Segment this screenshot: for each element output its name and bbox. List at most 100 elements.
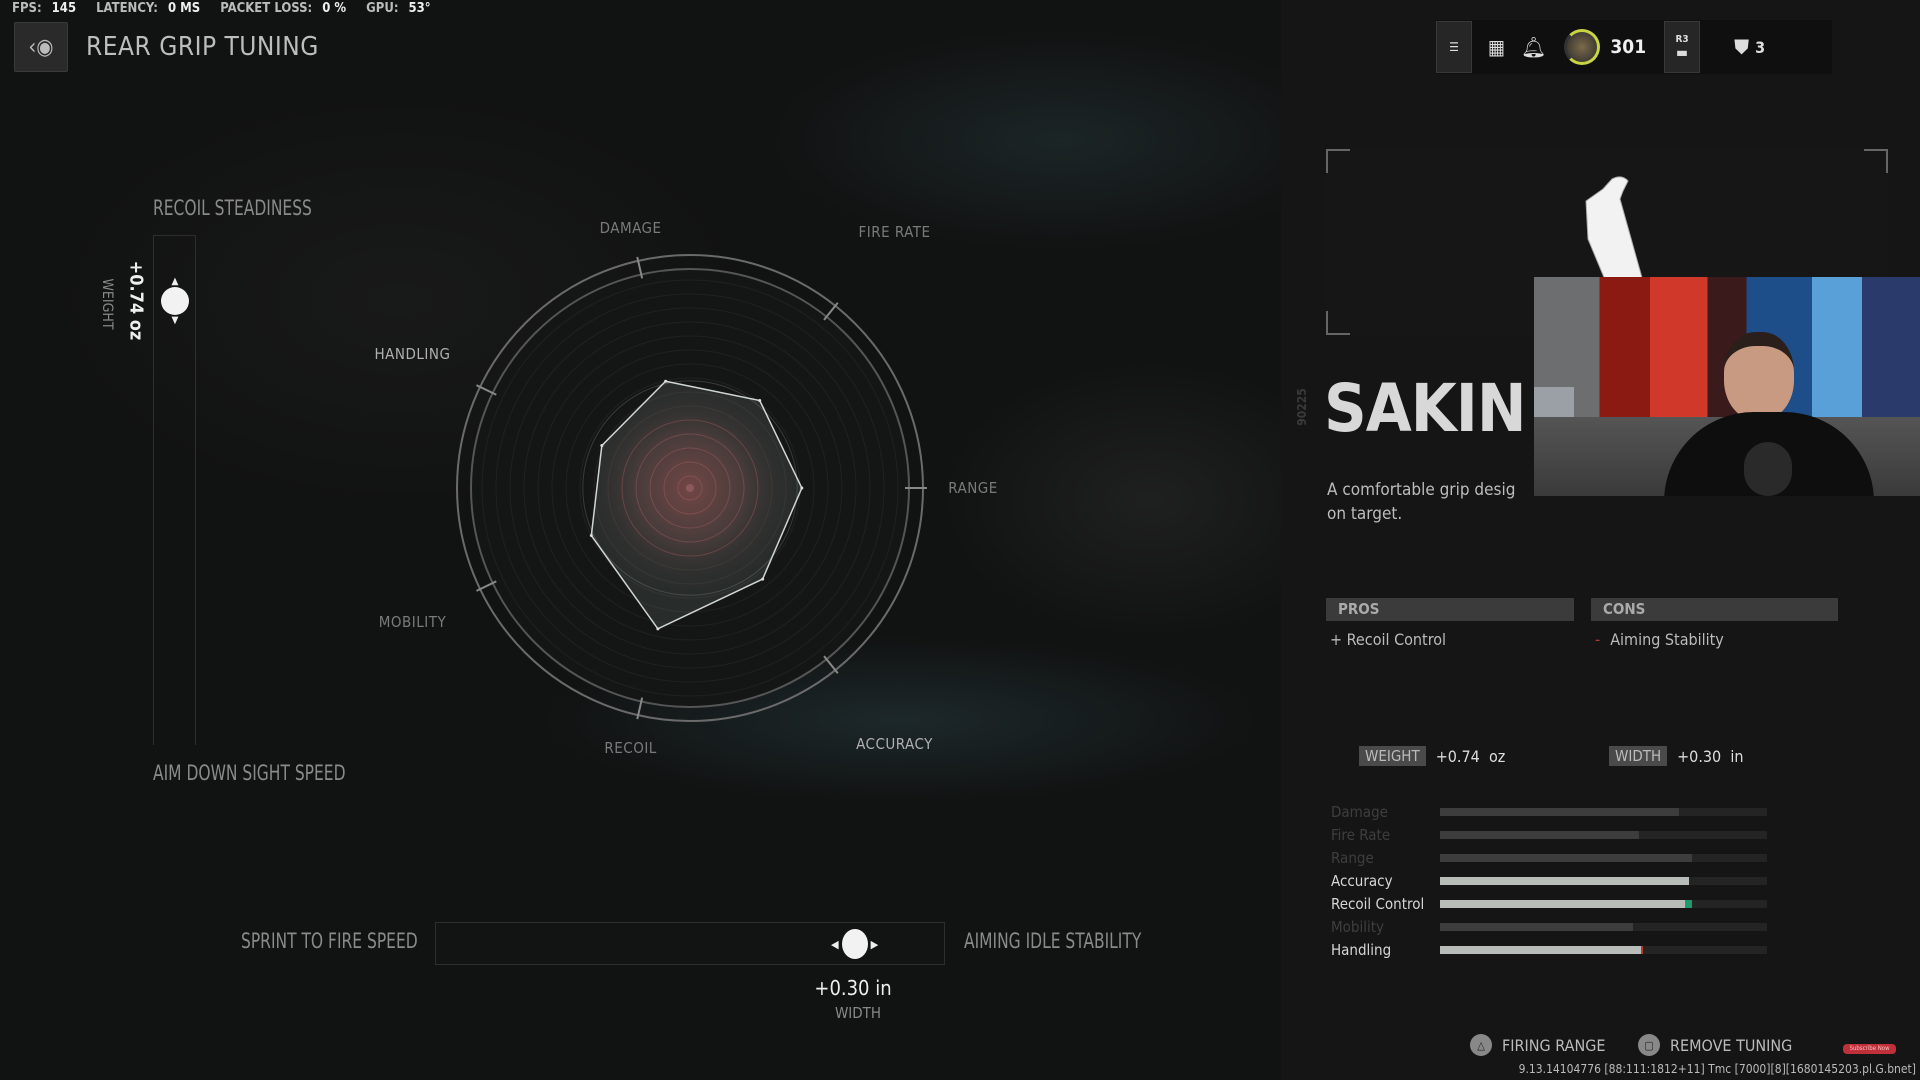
weight-readout: WEIGHT +0.74 oz (1359, 746, 1505, 766)
con-item: Aiming Stability (1610, 630, 1724, 649)
stat-row: Handling (1331, 938, 1801, 961)
latency-label: LATENCY: (96, 1, 158, 16)
grid-icon[interactable]: ▦ (1488, 35, 1505, 59)
width-readout-value: +0.30 in (1677, 746, 1744, 766)
recoil-steadiness-label: RECOIL STEADINESS (153, 196, 312, 220)
attachment-code: 90225 (1294, 388, 1309, 426)
stat-row: Accuracy (1331, 869, 1801, 892)
r3-label: R3 (1675, 33, 1689, 45)
page-title: REAR GRIP TUNING (86, 32, 319, 62)
stat-delta (1685, 899, 1692, 908)
width-slider-handle[interactable]: ◀ ▶ (831, 929, 878, 959)
webcam-overlay (1534, 277, 1920, 496)
description-line: A comfortable grip desig (1327, 480, 1516, 500)
arrow-up-icon: ▲ (171, 276, 179, 287)
build-version: 9.13.14104776 [88:111:1812+11] Tmc [7000… (1518, 1062, 1916, 1076)
rank-level: 301 (1610, 36, 1647, 58)
width-label: WIDTH (834, 1004, 882, 1022)
stat-row: Damage (1331, 800, 1801, 823)
party-icon[interactable]: ⛊ (1734, 35, 1749, 59)
aiming-idle-label: AIMING IDLE STABILITY (964, 929, 1142, 953)
stat-name: Damage (1331, 802, 1388, 821)
width-value: +0.30 in (814, 976, 892, 1000)
r3-button[interactable]: R3 ▬ (1664, 21, 1701, 73)
stat-row: Fire Rate (1331, 823, 1801, 846)
bell-icon[interactable]: 🔔︎ (1521, 35, 1546, 59)
axis-tick (823, 302, 839, 321)
vertex-fire-rate (758, 399, 762, 403)
stat-name: Fire Rate (1331, 825, 1391, 844)
radar-chart (456, 254, 928, 722)
stat-row: Recoil Control (1331, 892, 1801, 915)
axis-label-handling: HANDLING (374, 345, 451, 364)
pro-item: + Recoil Control (1330, 630, 1447, 649)
arrow-down-icon: ▼ (171, 315, 179, 326)
stat-name: Range (1331, 848, 1374, 867)
arrow-left-icon: ◀ (831, 937, 839, 951)
pros-header: PROS (1326, 598, 1574, 621)
vertex-range (800, 486, 804, 490)
slider-knob (841, 929, 868, 959)
stat-bar-fill (1440, 945, 1643, 954)
stat-bar-fill (1440, 830, 1640, 839)
gpu-label: GPU: (366, 1, 399, 16)
latency-value: 0 MS (167, 1, 201, 16)
vertex-handling (600, 444, 604, 448)
vertex-accuracy (761, 577, 765, 581)
performance-stats: FPS: 145 LATENCY: 0 MS PACKET LOSS: 0 % GPU… (12, 1, 451, 16)
cons-section: CONS - Aiming Stability (1591, 598, 1838, 649)
stat-bar-fill (1440, 807, 1679, 816)
subscribe-badge[interactable]: Subscribe Now (1843, 1044, 1896, 1054)
stat-row: Mobility (1331, 915, 1801, 938)
microphone (1744, 442, 1792, 496)
fps-value: 145 (51, 1, 77, 16)
ads-speed-label: AIM DOWN SIGHT SPEED (153, 761, 346, 785)
triangle-button-icon: △ (1470, 1034, 1492, 1056)
back-button[interactable]: ‹◉ (14, 22, 68, 72)
weight-badge: WEIGHT (1359, 746, 1426, 766)
remove-tuning-label: REMOVE TUNING (1670, 1035, 1793, 1055)
vertex-mobility (589, 534, 593, 538)
axis-label-mobility: MOBILITY (378, 612, 447, 631)
packet-loss-label: PACKET LOSS: (220, 1, 313, 16)
axis-label-fire-rate: FIRE RATE (858, 222, 931, 241)
attachment-description: A comfortable grip desig on target. (1327, 478, 1515, 526)
firing-range-button[interactable]: △ FIRING RANGE (1470, 1034, 1605, 1056)
axis-label-range: RANGE (948, 478, 998, 497)
gpu-value: 53° (408, 1, 431, 16)
remove-tuning-button[interactable]: ▢ REMOVE TUNING (1638, 1034, 1792, 1056)
packet-loss-value: 0 % (322, 1, 347, 16)
stat-bar-fill (1440, 853, 1692, 862)
rank-badge-icon[interactable] (1564, 29, 1601, 65)
stat-bar (1440, 899, 1767, 908)
back-circle-icon: ‹◉ (28, 34, 54, 60)
axis-label-recoil: RECOIL (604, 739, 657, 758)
axis-label-damage: DAMAGE (599, 218, 662, 237)
stat-name: Accuracy (1331, 871, 1393, 890)
stat-bar-fill (1440, 899, 1686, 908)
width-badge: WIDTH (1609, 746, 1668, 766)
sprint-to-fire-label: SPRINT TO FIRE SPEED (241, 929, 418, 953)
cons-header: CONS (1591, 598, 1838, 621)
slider-knob (161, 287, 189, 315)
stat-name: Handling (1331, 940, 1392, 959)
top-bar: ☰ ▦ 🔔︎ 301 R3 ▬ ⛊ 3 (1436, 20, 1832, 74)
width-readout: WIDTH +0.30 in (1609, 746, 1743, 766)
stat-bar (1440, 922, 1767, 931)
stat-bar (1440, 853, 1767, 862)
arrow-right-icon: ▶ (870, 937, 879, 951)
party-count: 3 (1755, 37, 1766, 57)
stat-bar (1440, 807, 1767, 816)
weight-value: +0.74 oz (125, 260, 147, 341)
stat-name: Mobility (1331, 917, 1384, 936)
firing-range-label: FIRING RANGE (1502, 1035, 1606, 1055)
stat-name: Recoil Control (1331, 894, 1425, 913)
menu-pill-icon: ☰ (1449, 40, 1459, 54)
menu-button[interactable]: ☰ (1436, 21, 1472, 73)
weight-label: WEIGHT (99, 278, 115, 330)
stat-delta (1641, 945, 1644, 954)
weight-slider-handle[interactable]: ▲ ▼ (161, 276, 189, 326)
streamer-head (1724, 332, 1794, 420)
stat-row: Range (1331, 846, 1801, 869)
stat-bar (1440, 876, 1767, 885)
